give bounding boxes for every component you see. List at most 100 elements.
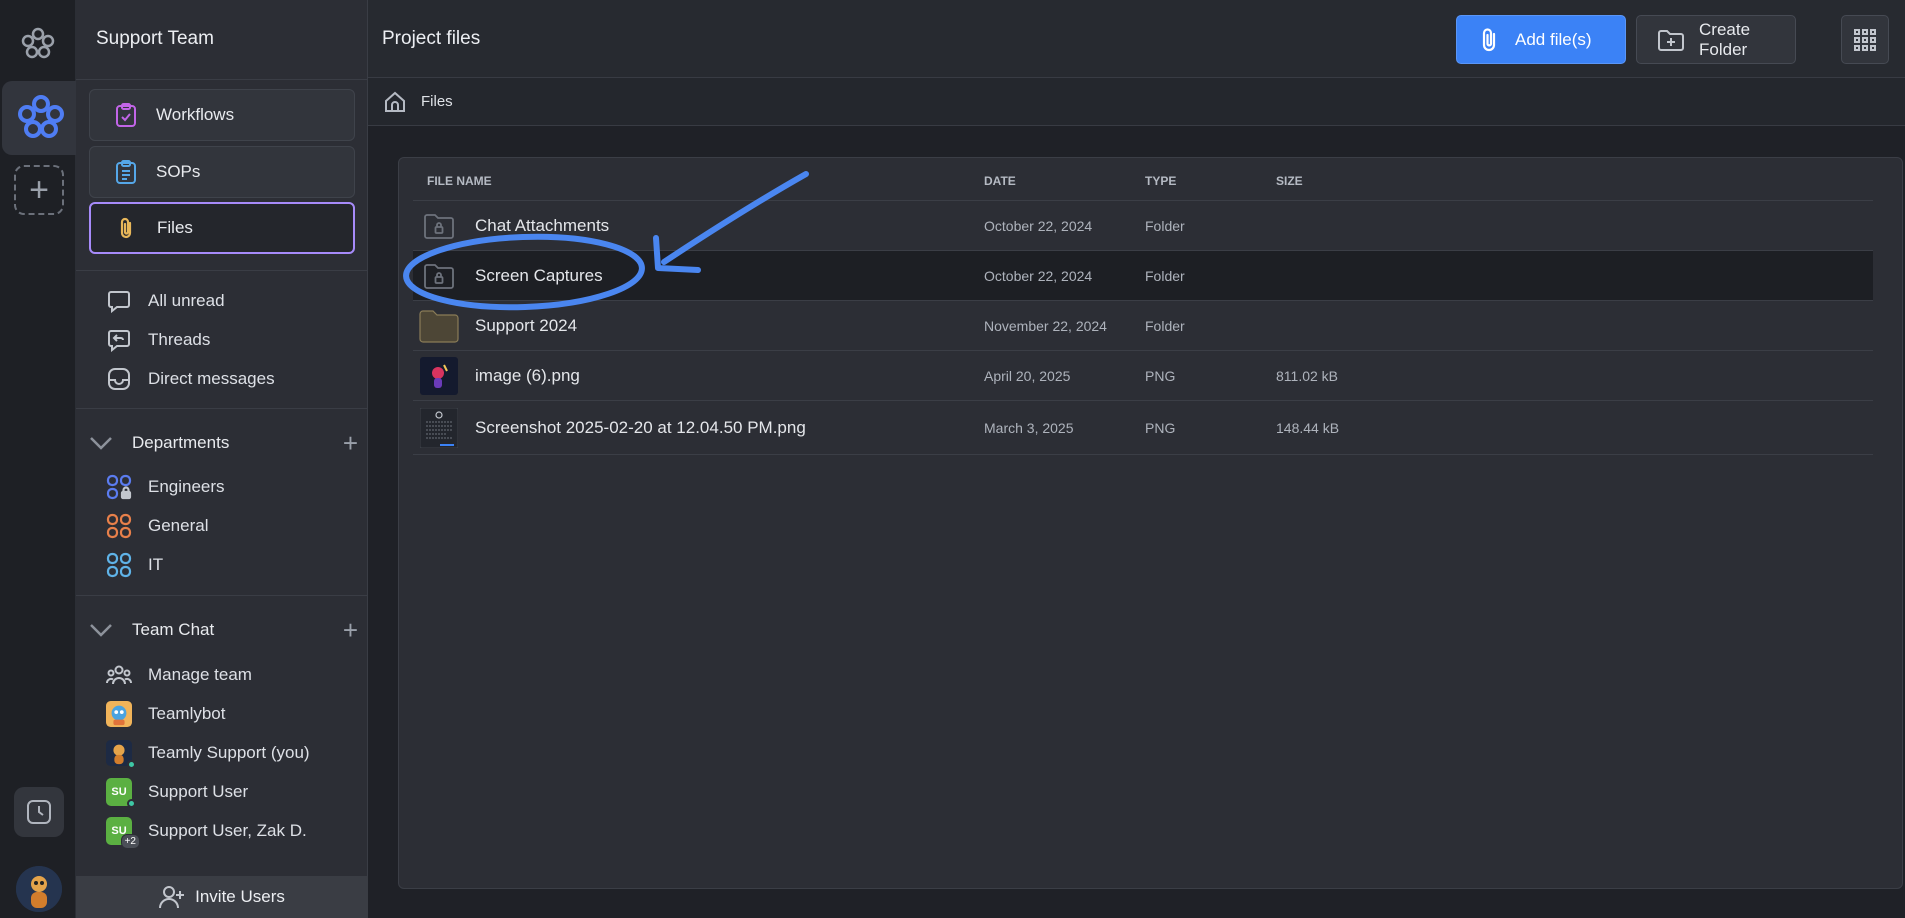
divider [76, 408, 368, 409]
nav-label: Workflows [156, 105, 235, 124]
file-size: 811.02 kB [1276, 367, 1339, 384]
apps-grid-button[interactable] [1841, 15, 1889, 64]
screenshot-thumbnail [419, 407, 459, 448]
folder-icon [419, 306, 459, 346]
member-count-badge: +2 [120, 834, 140, 849]
sidebar-item-teamly-support[interactable]: Teamly Support (you) [106, 739, 310, 769]
inbox-icon [106, 366, 132, 392]
department-icon [106, 552, 132, 578]
divider [76, 270, 368, 271]
nav-workflows[interactable]: Workflows [89, 89, 355, 141]
workspace-switch-support-team[interactable] [2, 81, 76, 155]
user-avatar: SU [106, 778, 136, 808]
file-type: Folder [1145, 317, 1185, 334]
clipboard-check-icon [112, 101, 140, 129]
sidebar: Support Team Workflows SOPs Files All un… [76, 0, 368, 918]
file-name[interactable]: image (6).png [475, 366, 580, 386]
sidebar-item-label: General [148, 516, 209, 535]
column-header-type[interactable]: TYPE [1145, 174, 1176, 188]
sidebar-item-group-chat[interactable]: SU +2 Support User, Zak D. [106, 817, 307, 849]
paperclip-icon [1479, 27, 1501, 53]
sidebar-item-label: Threads [148, 330, 211, 349]
locked-folder-icon [419, 206, 459, 246]
invite-users-button[interactable]: Invite Users [76, 876, 368, 918]
section-label: Departments [132, 433, 230, 452]
sidebar-item-general[interactable]: General [106, 512, 208, 540]
sidebar-item-all-unread[interactable]: All unread [106, 287, 225, 315]
clipboard-list-icon [112, 158, 140, 186]
nav-label: Files [157, 218, 193, 237]
user-avatar [106, 740, 136, 769]
sidebar-item-label: All unread [148, 291, 225, 310]
online-status-icon [127, 760, 136, 769]
add-files-button[interactable]: Add file(s) [1456, 15, 1626, 64]
file-size: 148.44 kB [1276, 419, 1340, 436]
sidebar-item-manage-team[interactable]: Manage team [106, 661, 252, 689]
divider [413, 454, 1873, 455]
department-icon [106, 513, 132, 539]
chat-bubble-icon [106, 288, 132, 314]
user-avatar[interactable] [16, 866, 62, 912]
table-row[interactable]: image (6).png April 20, 2025 PNG 811.02 … [413, 350, 1873, 400]
create-folder-button[interactable]: Create Folder [1636, 15, 1796, 64]
sidebar-item-label: Support User, Zak D. [148, 821, 307, 840]
breadcrumb-current[interactable]: Files [421, 93, 453, 110]
sidebar-item-label: Teamlybot [148, 704, 226, 723]
sidebar-item-threads[interactable]: Threads [106, 326, 210, 354]
sidebar-item-it[interactable]: IT [106, 551, 163, 579]
section-departments[interactable]: Departments + [88, 428, 358, 458]
file-date: November 22, 2024 [984, 317, 1107, 334]
nav-sops[interactable]: SOPs [89, 146, 355, 198]
table-row[interactable]: Chat Attachments October 22, 2024 Folder [413, 200, 1873, 250]
image-thumbnail [419, 356, 459, 396]
file-name[interactable]: Chat Attachments [475, 216, 609, 236]
column-header-file-name[interactable]: FILE NAME [427, 174, 492, 188]
sidebar-item-label: Support User [148, 782, 249, 801]
nav-label: SOPs [156, 162, 201, 181]
app-logo-icon[interactable] [19, 24, 57, 62]
divider [76, 79, 368, 80]
add-workspace-button[interactable]: + [14, 165, 64, 215]
sidebar-item-label: Manage team [148, 665, 252, 684]
page-title: Project files [382, 28, 481, 49]
file-date: March 3, 2025 [984, 419, 1074, 436]
bot-avatar [106, 701, 132, 727]
nav-files[interactable]: Files [89, 202, 355, 254]
table-header: FILE NAME DATE TYPE SIZE [399, 158, 1902, 200]
section-label: Team Chat [132, 620, 215, 639]
paperclip-icon [113, 214, 141, 242]
column-header-date[interactable]: DATE [984, 174, 1016, 188]
table-row[interactable]: Screen Captures October 22, 2024 Folder [413, 250, 1873, 300]
file-type: PNG [1145, 367, 1176, 384]
add-department-button[interactable]: + [343, 430, 358, 456]
sidebar-item-label: Engineers [148, 477, 225, 496]
column-header-size[interactable]: SIZE [1276, 174, 1303, 188]
file-name[interactable]: Screen Captures [475, 266, 603, 286]
section-team-chat[interactable]: Team Chat + [88, 615, 358, 645]
file-type: PNG [1145, 419, 1176, 436]
add-chat-button[interactable]: + [343, 617, 358, 643]
grid-icon [1854, 28, 1876, 51]
file-type: Folder [1145, 267, 1185, 284]
file-date: October 22, 2024 [984, 217, 1093, 234]
table-row[interactable]: Support 2024 November 22, 2024 Folder [413, 300, 1873, 350]
chevron-down-icon [88, 622, 114, 638]
clock-icon[interactable] [14, 787, 64, 837]
table-row[interactable]: Screenshot 2025-02-20 at 12.04.50 PM.png… [413, 400, 1873, 454]
department-locked-icon [106, 474, 132, 500]
sidebar-item-teamlybot[interactable]: Teamlybot [106, 700, 225, 728]
file-name[interactable]: Screenshot 2025-02-20 at 12.04.50 PM.png [475, 418, 806, 438]
sidebar-item-label: Teamly Support (you) [148, 743, 310, 762]
team-icon [106, 662, 132, 688]
locked-folder-icon [419, 256, 459, 296]
file-name[interactable]: Support 2024 [475, 316, 577, 336]
main-content: Project files Add file(s) Create Folder … [368, 0, 1905, 918]
invite-label: Invite Users [195, 887, 285, 906]
sidebar-item-support-user[interactable]: SU Support User [106, 778, 249, 808]
home-icon[interactable] [383, 90, 407, 114]
sidebar-item-engineers[interactable]: Engineers [106, 473, 225, 501]
divider [76, 595, 368, 596]
workspace-title: Support Team [96, 28, 214, 49]
sidebar-item-direct-messages[interactable]: Direct messages [106, 365, 275, 393]
sidebar-item-label: IT [148, 555, 164, 574]
